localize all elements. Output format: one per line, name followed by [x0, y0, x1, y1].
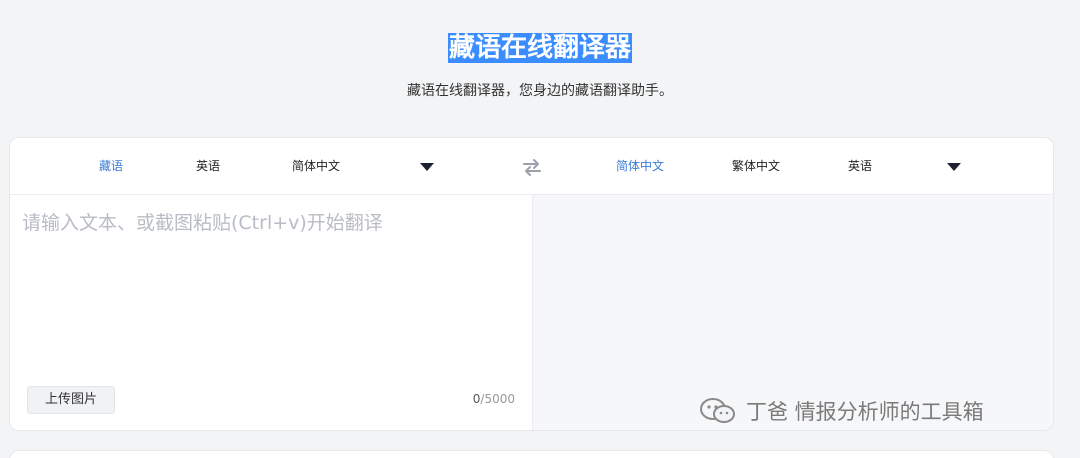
source-pane: 上传图片 0/5000 — [10, 195, 532, 430]
char-count-max: /5000 — [480, 392, 515, 406]
wechat-icon — [700, 398, 735, 423]
source-lang-simplified-chinese[interactable]: 简体中文 — [292, 138, 340, 195]
watermark-text: 丁爸 情报分析师的工具箱 — [746, 400, 984, 424]
page-header: 藏语在线翻译器 藏语在线翻译器，您身边的藏语翻译助手。 — [0, 0, 1080, 130]
page-subtitle: 藏语在线翻译器，您身边的藏语翻译助手。 — [407, 83, 673, 99]
source-lang-dropdown-icon[interactable] — [420, 163, 434, 171]
wechat-watermark: 丁爸 情报分析师的工具箱 — [698, 391, 984, 431]
page-title-text: 藏语在线翻译器 — [447, 33, 632, 63]
language-bar: 藏语 英语 简体中文 简体中文 繁体中文 英语 — [10, 138, 1053, 195]
page-title: 藏语在线翻译器 — [0, 30, 1080, 66]
translator-card: 藏语 英语 简体中文 简体中文 繁体中文 英语 上传图片 0/5000 — [9, 137, 1054, 431]
target-lang-traditional-chinese[interactable]: 繁体中文 — [732, 138, 780, 195]
source-lang-tibetan[interactable]: 藏语 — [99, 138, 123, 195]
char-counter: 0/5000 — [473, 392, 515, 406]
target-lang-english[interactable]: 英语 — [848, 138, 872, 195]
next-section-card — [9, 450, 1054, 458]
upload-image-button[interactable]: 上传图片 — [27, 386, 115, 414]
source-text-input[interactable] — [22, 207, 520, 377]
source-lang-english[interactable]: 英语 — [196, 138, 220, 195]
target-lang-simplified-chinese[interactable]: 简体中文 — [616, 138, 664, 195]
target-lang-dropdown-icon[interactable] — [947, 163, 961, 171]
swap-languages-icon[interactable] — [521, 156, 543, 178]
